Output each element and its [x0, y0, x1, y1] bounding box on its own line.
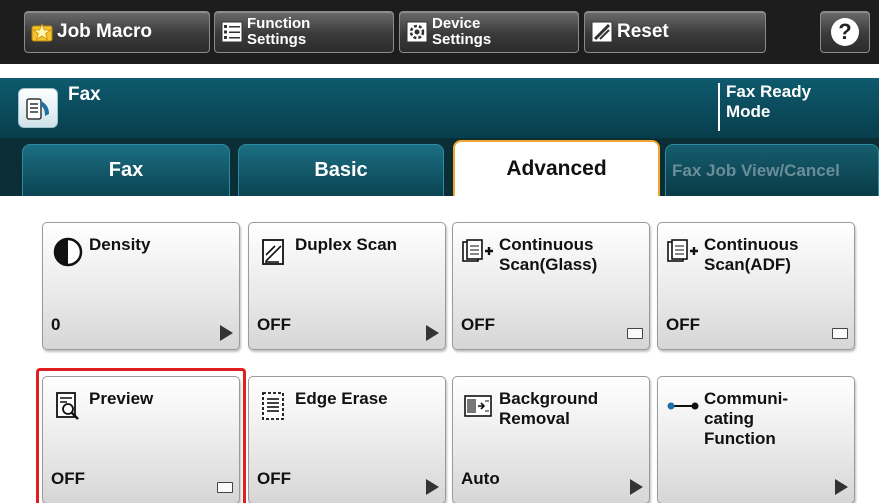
device-settings-line1: Device [432, 15, 481, 32]
edge-erase-title: Edge Erase [295, 389, 388, 408]
duplex-scan-title: Duplex Scan [295, 235, 398, 254]
reset-slash-icon [591, 21, 613, 43]
preview-icon [51, 389, 85, 423]
settings-list-icon [221, 21, 243, 43]
duplex-scan-icon [257, 235, 291, 269]
job-macro-button[interactable]: Job Macro [24, 11, 210, 53]
reset-button[interactable]: Reset [584, 11, 766, 53]
checkbox-indicator-icon [627, 328, 643, 339]
tab-bar: Fax Basic Advanced Fax Job View/Cancel [0, 138, 879, 196]
density-icon [51, 235, 85, 269]
duplex-scan-value: OFF [257, 315, 291, 334]
background-removal-icon [461, 389, 495, 423]
device-settings-button[interactable]: Device Settings [399, 11, 579, 53]
checkbox-indicator-icon [832, 328, 848, 339]
fax-machine-icon [18, 88, 58, 128]
fax-status-bar: Fax Fax Ready Mode [0, 78, 879, 138]
device-settings-label: Device Settings [432, 16, 491, 48]
density-value: 0 [51, 315, 61, 334]
tab-fax[interactable]: Fax [22, 144, 230, 196]
help-button[interactable]: ? [820, 11, 870, 53]
device-gear-icon [406, 21, 428, 43]
function-settings-line1: Function [247, 15, 311, 32]
star-folder-icon [31, 21, 53, 43]
background-removal-value: Auto [461, 469, 500, 488]
fax-ready-line1: Fax Ready [726, 82, 812, 101]
density-button[interactable]: Density 0 [42, 222, 240, 350]
reset-label: Reset [617, 21, 669, 42]
checkbox-indicator-icon [217, 482, 233, 493]
edge-erase-value: OFF [257, 469, 291, 488]
tab-advanced[interactable]: Advanced [453, 140, 660, 196]
communicating-function-icon [666, 389, 700, 423]
preview-value: OFF [51, 469, 85, 488]
fax-ready-line2: Mode [726, 102, 771, 121]
function-settings-line2: Settings [247, 31, 307, 48]
arrow-right-icon [630, 479, 643, 495]
continuous-scan-glass-button[interactable]: Continuous Scan(Glass) OFF [452, 222, 650, 350]
device-settings-line2: Settings [432, 31, 492, 48]
top-toolbar: Job Macro Function Settings Device Setti… [0, 0, 879, 64]
tab-basic[interactable]: Basic [238, 144, 444, 196]
background-removal-button[interactable]: Background Removal Auto [452, 376, 650, 503]
background-removal-title: Background Removal [499, 389, 599, 428]
job-macro-label: Job Macro [57, 21, 153, 42]
continuous-scan-adf-value: OFF [666, 315, 700, 334]
arrow-right-icon [220, 325, 233, 341]
communicating-function-button[interactable]: Communi- cating Function [657, 376, 855, 503]
status-divider [718, 83, 720, 131]
continuous-scan-glass-title: Continuous Scan(Glass) [499, 235, 598, 274]
preview-button[interactable]: Preview OFF [42, 376, 240, 503]
duplex-scan-button[interactable]: Duplex Scan OFF [248, 222, 446, 350]
density-title: Density [89, 235, 151, 254]
advanced-settings-grid: Density 0 Duplex Scan OFF Continuous Sca… [0, 196, 879, 503]
arrow-right-icon [835, 479, 848, 495]
mode-title: Fax [68, 84, 101, 105]
fax-ready-status: Fax Ready Mode [726, 82, 866, 122]
arrow-right-icon [426, 325, 439, 341]
tab-fax-job-view-cancel[interactable]: Fax Job View/Cancel [665, 144, 879, 196]
continuous-scan-glass-value: OFF [461, 315, 495, 334]
function-settings-button[interactable]: Function Settings [214, 11, 394, 53]
communicating-function-title: Communi- cating Function [704, 389, 789, 448]
edge-erase-icon [257, 389, 291, 423]
continuous-scan-adf-button[interactable]: Continuous Scan(ADF) OFF [657, 222, 855, 350]
continuous-scan-icon [666, 235, 700, 269]
continuous-scan-adf-title: Continuous Scan(ADF) [704, 235, 799, 274]
preview-title: Preview [89, 389, 154, 408]
continuous-scan-icon [461, 235, 495, 269]
edge-erase-button[interactable]: Edge Erase OFF [248, 376, 446, 503]
help-glyph: ? [838, 19, 852, 44]
help-icon: ? [831, 18, 859, 46]
arrow-right-icon [426, 479, 439, 495]
function-settings-label: Function Settings [247, 16, 310, 48]
